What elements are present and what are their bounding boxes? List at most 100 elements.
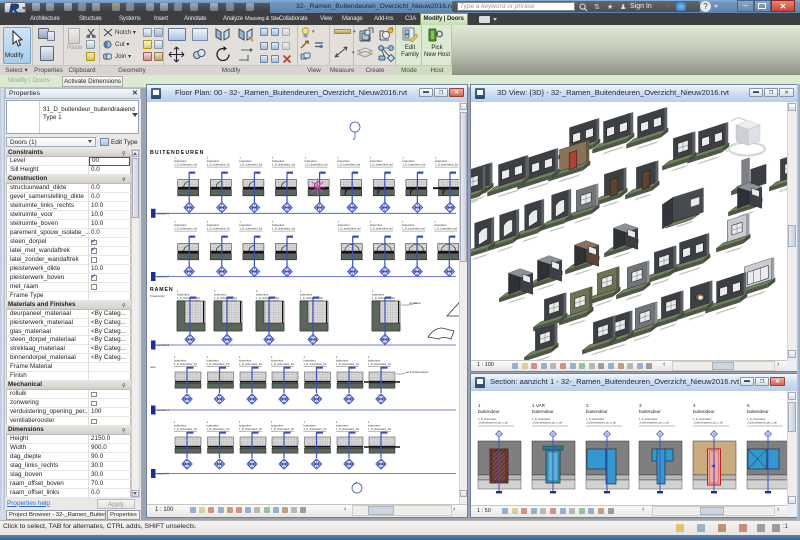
svg-text:schuifdeur: schuifdeur [409, 301, 421, 305]
svg-text:1: 1 [372, 289, 374, 293]
svg-text:buitendeur: buitendeur [370, 159, 382, 163]
svg-text:buitendeur: buitendeur [214, 293, 226, 297]
svg-text:1_D_buitendeur_bd: 1_D_buitendeur_bd [214, 296, 237, 300]
svg-text:aanzicht 3: aanzicht 3 [157, 343, 169, 347]
svg-text:buitendeur: buitendeur [207, 159, 219, 163]
svg-text:4: 4 [693, 403, 696, 408]
svg-text:1_D_buitendeur: 1_D_buitendeur [478, 417, 497, 421]
svg-text:_buitendraaiend_pb_v_ab: _buitendraaiend_pb_v_ab [477, 421, 509, 425]
svg-text:1_D_buitendeur_bd: 1_D_buitendeur_bd [174, 427, 197, 431]
svg-text:1: 1 [434, 220, 436, 224]
svg-text:1_D_buitendeur_bd: 1_D_buitendeur_bd [256, 296, 279, 300]
svg-text:buitendeur: buitendeur [207, 424, 219, 428]
svg-text:1: 1 [402, 220, 404, 224]
svg-text:1_D_buitendeur_bd: 1_D_buitendeur_bd [434, 227, 457, 231]
svg-text:1_D_buitendeur_bd: 1_D_buitendeur_bd [239, 227, 262, 231]
svg-text:1_D_buitendeur_bd: 1_D_buitendeur_bd [370, 227, 393, 231]
svg-text:1: 1 [174, 355, 176, 359]
svg-text:1: 1 [239, 156, 241, 160]
svg-text:2: 2 [586, 403, 589, 408]
svg-text:RAMEN: RAMEN [150, 287, 174, 293]
svg-text:1_D_buitendeur_bd: 1_D_buitendeur_bd [336, 362, 359, 366]
svg-text:BUITENDEUREN: BUITENDEUREN [150, 150, 204, 156]
svg-text:buitendeur: buitendeur [434, 223, 446, 227]
svg-text:1_D_buitendeur_bd: 1_D_buitendeur_bd [435, 163, 458, 167]
svg-text:1: 1 [207, 220, 209, 224]
svg-text:1_D_buitendeur: 1_D_buitendeur [586, 417, 605, 421]
svg-text:buitendeur: buitendeur [239, 223, 251, 227]
svg-text:buitendeur: buitendeur [368, 359, 380, 363]
svg-text:1_D_buitendeur: 1_D_buitendeur [693, 417, 712, 421]
svg-text:1: 1 [207, 156, 209, 160]
svg-text:1_D_buitendeur: 1_D_buitendeur [747, 417, 766, 421]
svg-text:buitendeur: buitendeur [337, 159, 349, 163]
svg-text:buitendeur: buitendeur [177, 293, 189, 297]
svg-text:1: 1 [370, 220, 372, 224]
svg-text:1 VAR: 1 VAR [532, 403, 546, 408]
svg-text:1_D_buitendeur_bd: 1_D_buitendeur_bd [304, 362, 327, 366]
svg-text:1_D_buitendeur_bd: 1_D_buitendeur_bd [368, 362, 391, 366]
svg-text:buitendeur: buitendeur [402, 159, 414, 163]
svg-text:1_D_buitendeur_bd: 1_D_buitendeur_bd [207, 227, 230, 231]
svg-text:1_D_buitendeur_bd: 1_D_buitendeur_bd [305, 163, 328, 167]
svg-text:1_D_buitendeur_bd: 1_D_buitendeur_bd [174, 227, 197, 231]
svg-text:buitendeur: buitendeur [639, 409, 661, 414]
svg-text:1_D_buitendeur_bd: 1_D_buitendeur_bd [271, 427, 294, 431]
svg-text:1_D_buitendeur_bd: 1_D_buitendeur_bd [174, 163, 197, 167]
svg-text:1: 1 [435, 156, 437, 160]
svg-text:1_D_buitendeur_bd: 1_D_buitendeur_bd [402, 163, 425, 167]
svg-text:buitendeur: buitendeur [305, 159, 317, 163]
svg-text:1: 1 [174, 156, 176, 160]
svg-text:1: 1 [174, 420, 176, 424]
svg-text:1: 1 [272, 156, 274, 160]
svg-text:buitendeur: buitendeur [372, 293, 384, 297]
svg-text:1_D_buitendeur_bd: 1_D_buitendeur_bd [368, 427, 391, 431]
svg-text:1_D_buitendeur_bd: 1_D_buitendeur_bd [370, 163, 393, 167]
svg-text:1_D_buitendeur_bd: 1_D_buitendeur_bd [272, 163, 295, 167]
svg-text:1_D_buitendeur_bd: 1_D_buitendeur_bd [177, 296, 200, 300]
svg-text:1_D_buitendeur_bd: 1_D_buitendeur_bd [207, 427, 230, 431]
svg-text:buitendeur: buitendeur [174, 223, 186, 227]
svg-text:buitendeur: buitendeur [478, 409, 500, 414]
svg-text:1: 1 [368, 420, 370, 424]
svg-text:buitendeur: buitendeur [532, 409, 554, 414]
svg-text:1: 1 [174, 220, 176, 224]
svg-text:1: 1 [370, 156, 372, 160]
svg-text:aanzicht 4: aanzicht 4 [157, 408, 169, 412]
svg-text:buitendeur: buitendeur [747, 409, 769, 414]
svg-text:1_D_buitendeur_bd: 1_D_buitendeur_bd [338, 227, 361, 231]
svg-text:buitendeur: buitendeur [368, 424, 380, 428]
svg-text:buitendeur: buitendeur [300, 293, 312, 297]
svg-text:m.b.strukturenkow: m.b.strukturenkow [407, 370, 428, 374]
svg-text:buitendeur: buitendeur [336, 424, 348, 428]
svg-text:1: 1 [304, 355, 306, 359]
svg-text:buitendeur: buitendeur [256, 293, 268, 297]
svg-text:5: 5 [747, 403, 750, 408]
svg-text:buitendeur: buitendeur [338, 223, 350, 227]
svg-text:buitendeur: buitendeur [586, 409, 608, 414]
svg-text:buitendeur: buitendeur [239, 159, 251, 163]
svg-text:1: 1 [272, 220, 274, 224]
svg-text:1_D_buitendeur_bd: 1_D_buitendeur_bd [402, 227, 425, 231]
svg-text:1: 1 [239, 355, 241, 359]
svg-text:buitendeur: buitendeur [402, 223, 414, 227]
svg-text:1: 1 [271, 355, 273, 359]
svg-text:buitendeur: buitendeur [174, 159, 186, 163]
svg-text:1_D_buitendeur_bd: 1_D_buitendeur_bd [300, 296, 323, 300]
svg-text:1: 1 [177, 289, 179, 293]
svg-text:aanzicht 5: aanzicht 5 [157, 472, 169, 476]
svg-text:1_D_buitendeur_bd: 1_D_buitendeur_bd [239, 163, 262, 167]
svg-text:aanzicht 2: aanzicht 2 [157, 275, 169, 279]
svg-text:1: 1 [214, 289, 216, 293]
svg-text:1_D_buitendeur_bd: 1_D_buitendeur_bd [372, 296, 395, 300]
svg-text:1: 1 [402, 156, 404, 160]
svg-text:1: 1 [239, 420, 241, 424]
svg-text:_buitendraaiend_pb_v_ab: _buitendraaiend_pb_v_ab [746, 421, 778, 425]
svg-text:buitendeur: buitendeur [272, 159, 284, 163]
svg-text:buitendeur: buitendeur [693, 409, 715, 414]
svg-text:buitendeur: buitendeur [239, 359, 251, 363]
svg-text:1: 1 [336, 420, 338, 424]
svg-text:1: 1 [305, 156, 307, 160]
svg-text:_buitendraaiend_pb_v_ab: _buitendraaiend_pb_v_ab [638, 421, 670, 425]
svg-text:1_D_buitendeur_bd: 1_D_buitendeur_bd [304, 427, 327, 431]
